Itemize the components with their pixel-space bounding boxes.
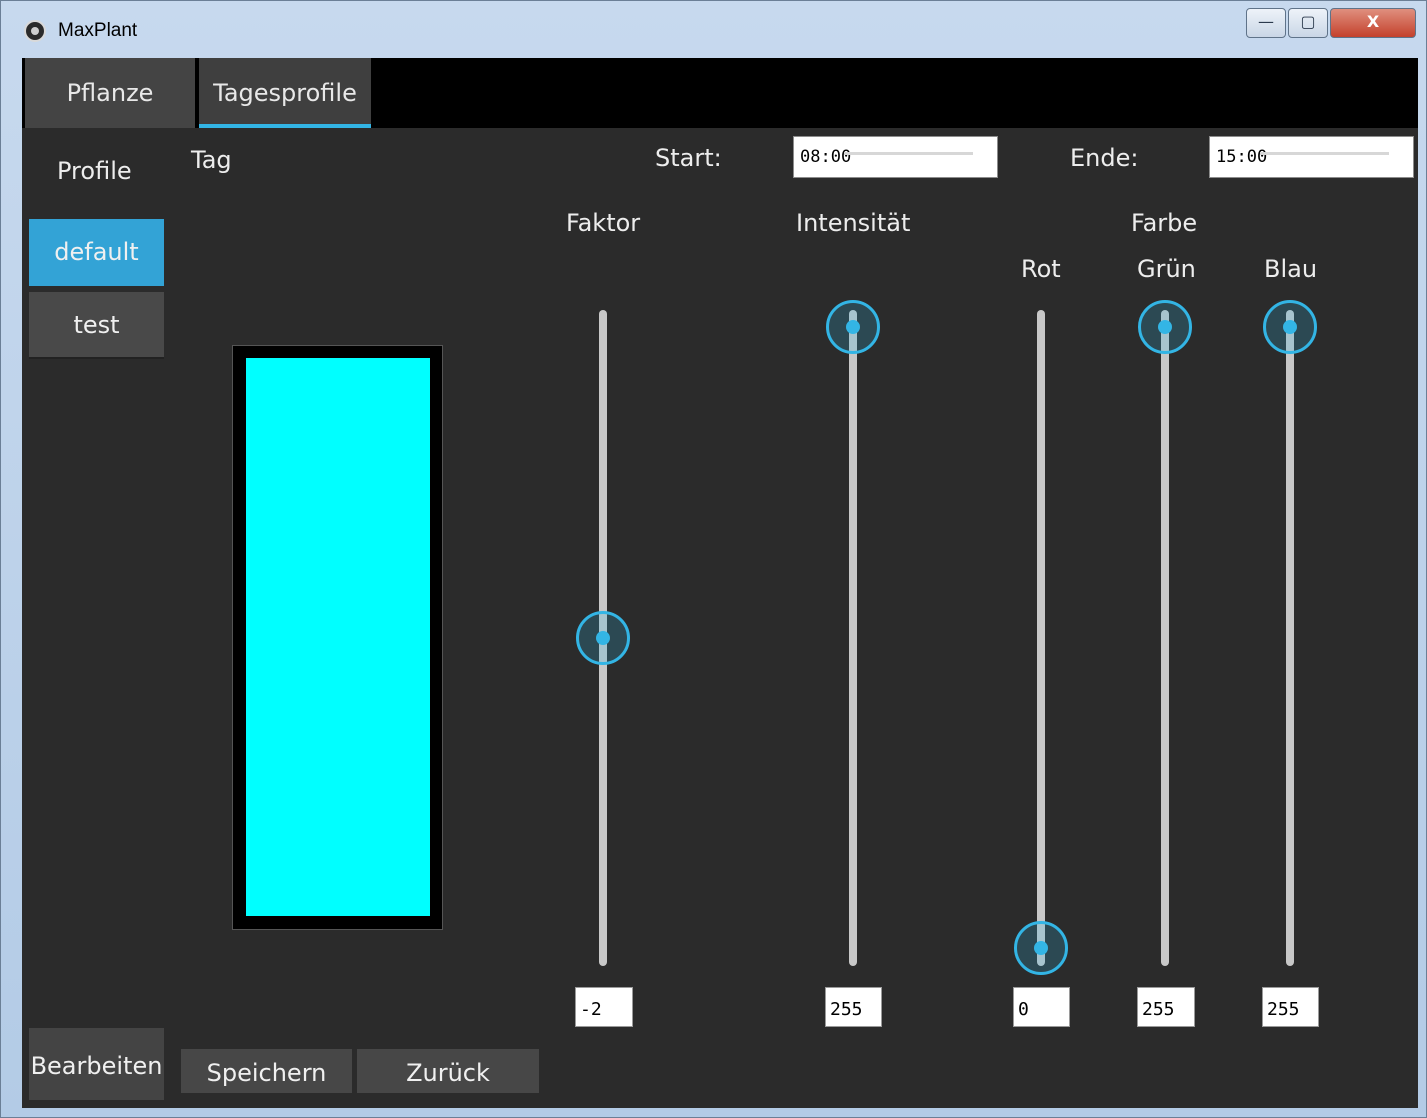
intensity-slider-thumb[interactable] xyxy=(826,300,880,354)
start-label: Start: xyxy=(655,144,722,172)
blue-slider-thumb[interactable] xyxy=(1263,300,1317,354)
red-value-field[interactable]: 0 xyxy=(1013,987,1070,1027)
end-time-input[interactable]: 15:00 xyxy=(1209,136,1414,178)
minimize-button[interactable]: — xyxy=(1246,8,1286,38)
faktor-label: Faktor xyxy=(566,209,641,237)
tab-pflanze[interactable]: Pflanze xyxy=(25,58,195,128)
faktor-slider-thumb[interactable] xyxy=(576,610,630,665)
blue-label: Blau xyxy=(1264,255,1318,283)
color-preview-swatch xyxy=(246,358,430,916)
tab-tagesprofile[interactable]: Tagesprofile xyxy=(199,58,371,128)
close-button[interactable]: X xyxy=(1330,8,1416,38)
intensity-label: Intensität xyxy=(796,209,911,237)
back-button[interactable]: Zurück xyxy=(357,1049,539,1093)
red-slider-track xyxy=(1037,310,1045,966)
save-button[interactable]: Speichern xyxy=(181,1049,352,1093)
faktor-value-field[interactable]: -2 xyxy=(575,987,633,1027)
intensity-slider-track xyxy=(849,310,857,966)
start-time-input[interactable]: 08:00 xyxy=(793,136,998,178)
window-title: MaxPlant xyxy=(58,20,138,41)
edit-button[interactable]: Bearbeiten xyxy=(29,1028,164,1100)
green-slider-thumb[interactable] xyxy=(1138,300,1192,354)
profile-item-test[interactable]: test xyxy=(29,292,164,359)
red-slider-thumb[interactable] xyxy=(1014,921,1068,975)
end-label: Ende: xyxy=(1070,144,1139,172)
app-logo-icon xyxy=(24,20,46,42)
intensity-value-field[interactable]: 255 xyxy=(825,987,882,1027)
profile-heading: Profile xyxy=(57,157,132,185)
green-value-field[interactable]: 255 xyxy=(1137,987,1195,1027)
blue-slider-track xyxy=(1286,310,1294,966)
profile-item-default[interactable]: default xyxy=(29,219,164,286)
green-slider-track xyxy=(1161,310,1169,966)
blue-value-field[interactable]: 255 xyxy=(1262,987,1319,1027)
green-label: Grün xyxy=(1137,255,1196,283)
tag-label: Tag xyxy=(191,146,232,174)
color-label: Farbe xyxy=(1131,209,1198,237)
red-label: Rot xyxy=(1021,255,1061,283)
maximize-button[interactable]: ▢ xyxy=(1288,8,1328,38)
